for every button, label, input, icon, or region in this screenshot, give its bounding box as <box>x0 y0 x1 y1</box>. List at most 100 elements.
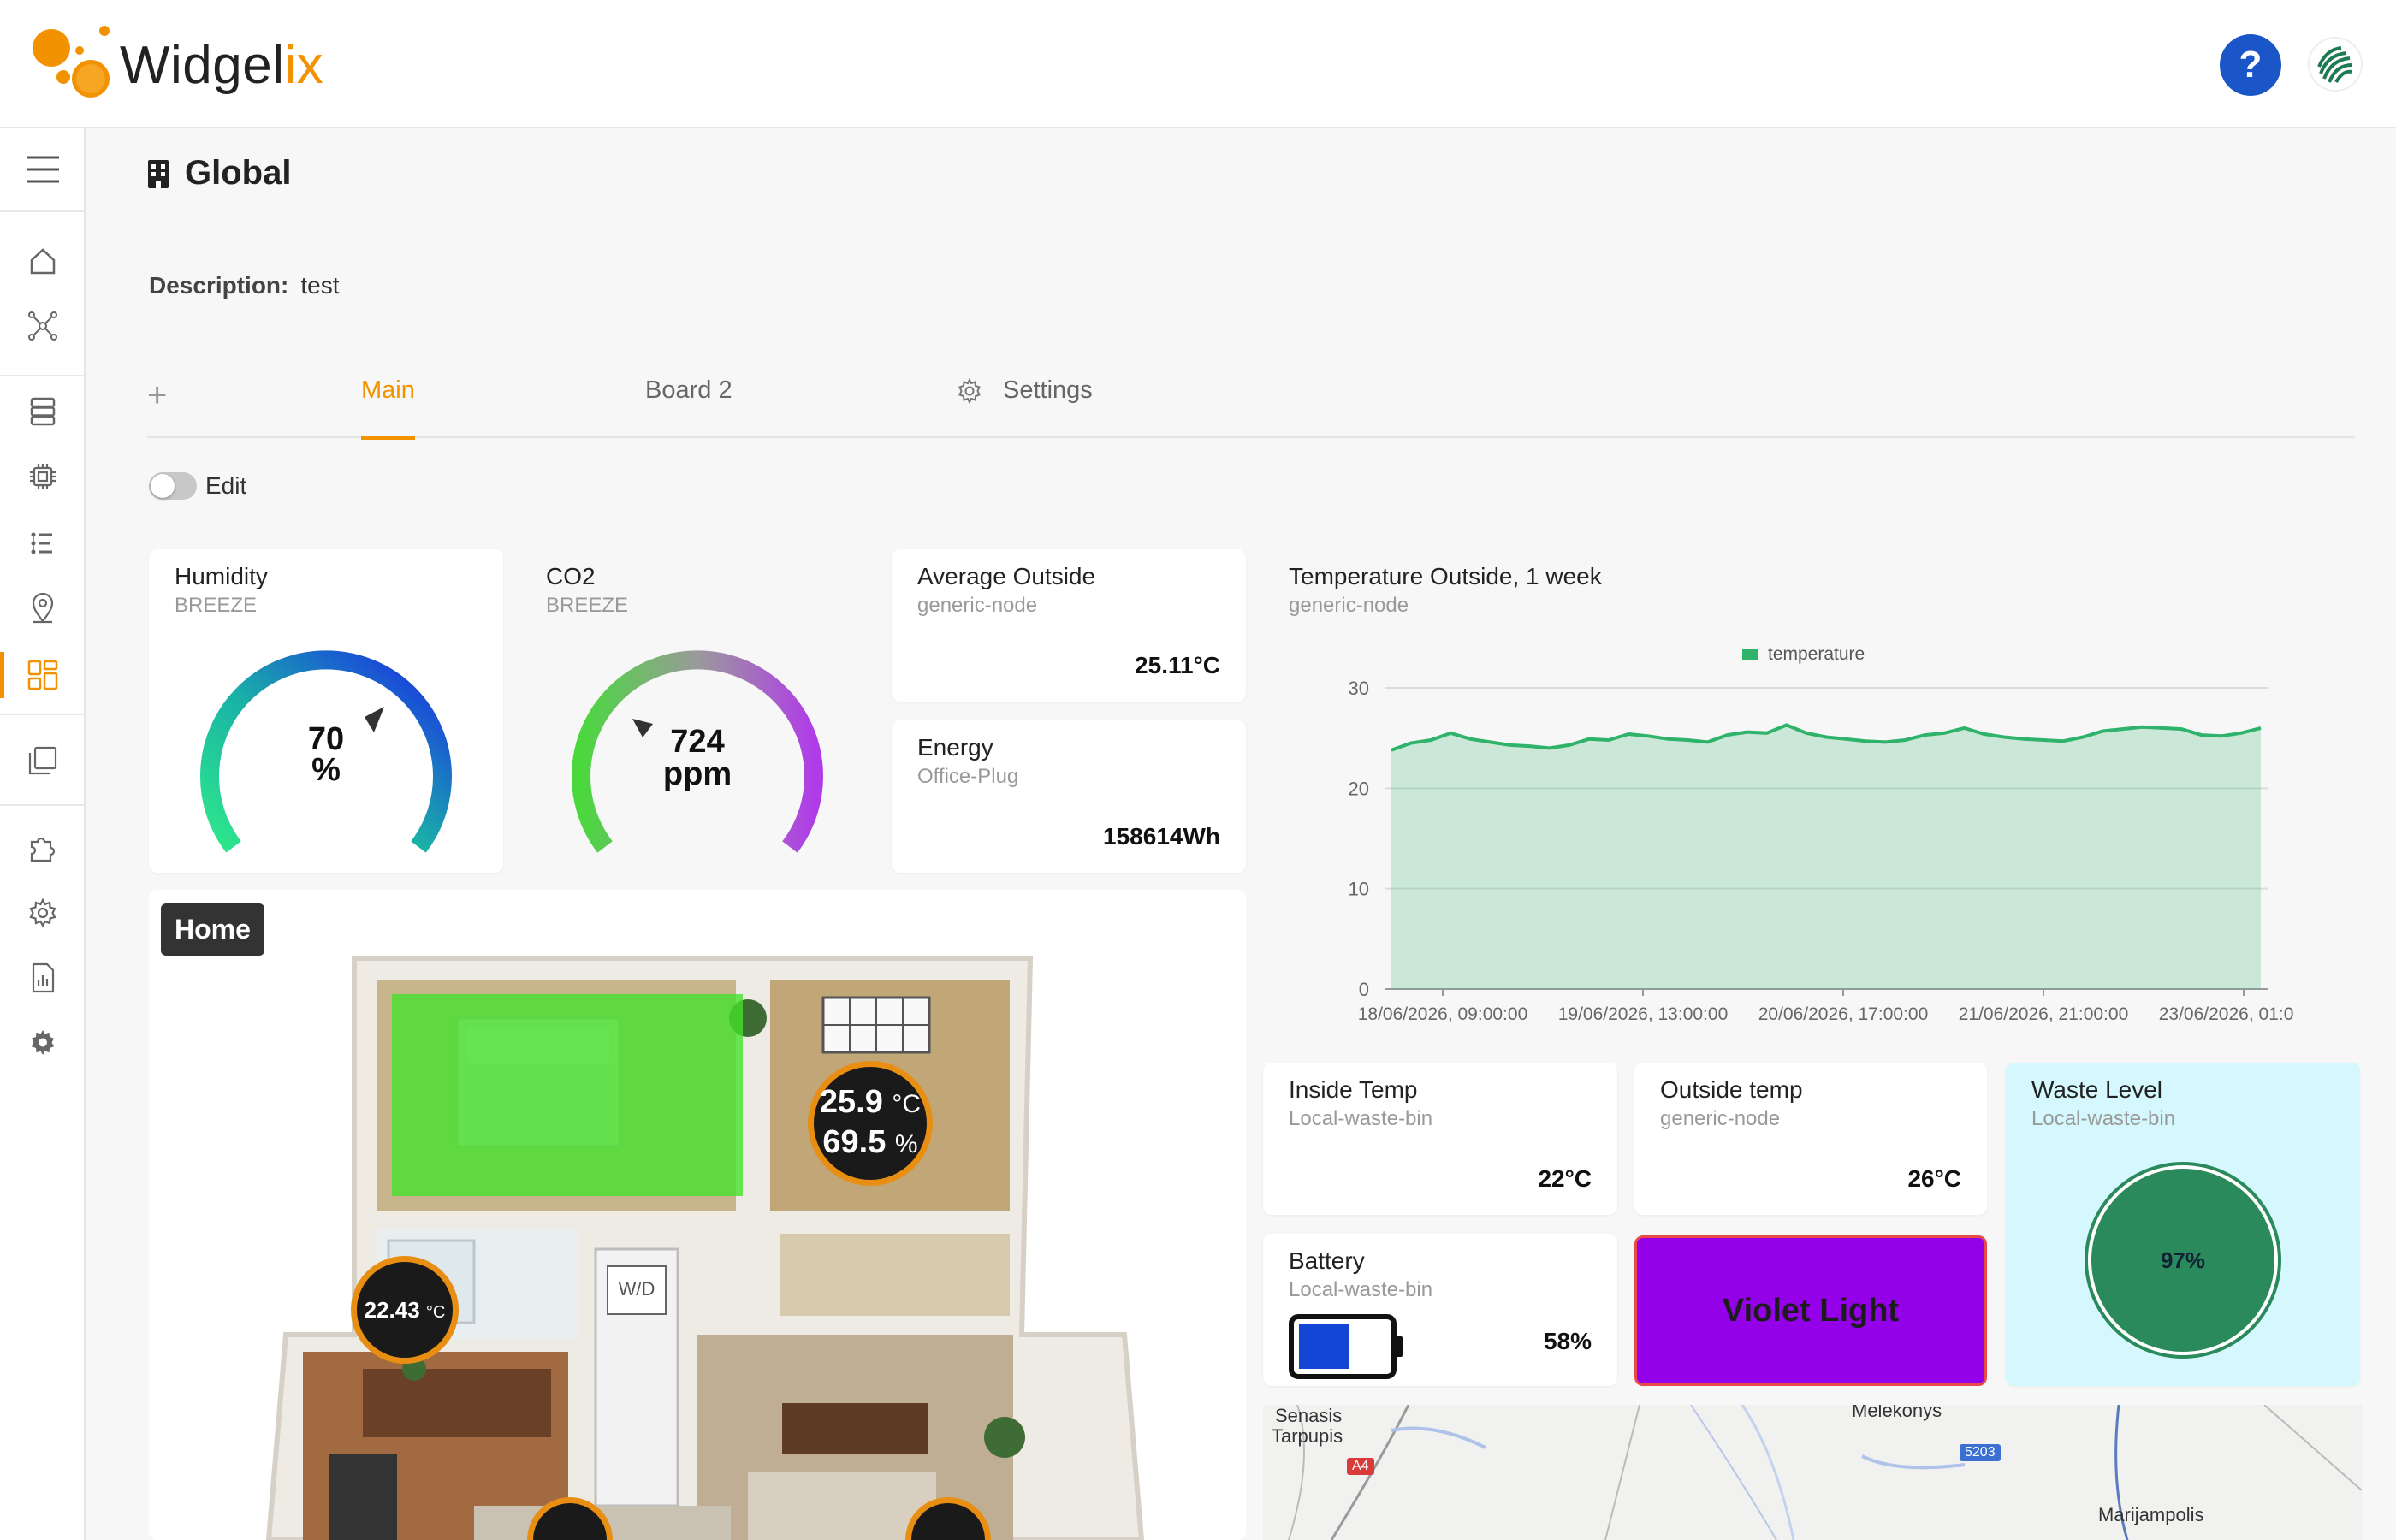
map-place-label: Melekonys <box>1852 1405 1942 1421</box>
co2-unit: ppm <box>662 756 732 792</box>
sensor-humidity: 69.5 % <box>822 1124 918 1160</box>
y-tick-label: 0 <box>1359 979 1369 1000</box>
y-tick-label: 30 <box>1349 678 1369 699</box>
energy-widget[interactable]: Energy Office-Plug 158614Wh <box>892 720 1246 873</box>
sensor-temp: 22.43 °C <box>364 1296 446 1323</box>
sidebar-item-home[interactable] <box>0 231 86 291</box>
violet-light-button[interactable]: Violet Light <box>1634 1235 1987 1386</box>
sidebar-item-settings[interactable] <box>0 1013 86 1073</box>
co2-readout: 724 ppm <box>520 726 875 791</box>
widget-title: Humidity <box>175 563 268 589</box>
widget-source: generic-node <box>917 594 1038 617</box>
add-tab-button[interactable]: + <box>147 376 167 415</box>
page-title: Global <box>147 154 291 192</box>
road-sign: 5203 <box>1960 1444 2001 1461</box>
widget-value: 58% <box>1543 1328 1592 1354</box>
sidebar-item-plugins[interactable] <box>0 818 86 878</box>
widget-value: 158614Wh <box>1103 823 1220 850</box>
sidebar-menu-toggle[interactable] <box>0 139 86 199</box>
widget-title: CO2 <box>546 563 596 589</box>
battery-widget[interactable]: Battery Local-waste-bin 58% <box>1263 1234 1617 1386</box>
average-outside-widget[interactable]: Average Outside generic-node 25.11°C <box>892 549 1246 702</box>
widget-source: BREEZE <box>546 594 629 617</box>
widget-source: Local-waste-bin <box>1289 1278 1433 1301</box>
waste-level-widget[interactable]: Waste Level Local-waste-bin 97% <box>2006 1063 2360 1386</box>
sidebar-item-locations[interactable] <box>0 578 86 638</box>
room-sensor-badge[interactable]: 25.9 °C 69.5 % <box>808 1061 933 1186</box>
floorplan-image: W/D <box>265 956 1145 1540</box>
home-floorplan-widget[interactable]: W/D Home 25.9 °C 69.5 % 22.43 °C <box>149 890 1246 1540</box>
co2-widget[interactable]: CO2 BREEZE 724 ppm <box>520 549 875 873</box>
widget-title: Average Outside <box>917 563 1096 589</box>
co2-value: 724 <box>670 724 725 760</box>
map-place-label: Tarpupis <box>1272 1425 1343 1447</box>
violet-light-label: Violet Light <box>1722 1292 1900 1329</box>
sidebar-divider <box>0 714 86 715</box>
tab-board-2[interactable]: Board 2 <box>645 376 732 438</box>
humidity-readout: 70 % <box>149 721 503 788</box>
user-avatar[interactable] <box>2307 36 2363 92</box>
brand-logo[interactable]: Widgelix <box>31 22 323 108</box>
sidebar-divider <box>0 375 86 376</box>
widget-source: Office-Plug <box>917 765 1019 788</box>
widget-source: Local-waste-bin <box>2031 1107 2176 1130</box>
sidebar <box>0 128 86 1540</box>
sensor-temp: 25.9 °C <box>819 1084 922 1120</box>
battery-icon <box>1289 1314 1403 1379</box>
closet-label: W/D <box>619 1278 655 1300</box>
sidebar-divider <box>0 210 86 212</box>
x-tick-label: 19/06/2026, 13:00:00 <box>1558 1004 1729 1024</box>
x-tick-label: 18/06/2026, 09:00:00 <box>1358 1004 1528 1024</box>
humidity-value: 70 <box>307 721 345 757</box>
widget-value: 22°C <box>1538 1165 1592 1192</box>
sidebar-divider <box>0 804 86 806</box>
widget-title: Battery <box>1289 1247 1365 1274</box>
room-highlight[interactable] <box>392 994 743 1196</box>
widget-source: BREEZE <box>175 594 258 617</box>
hamburger-menu-icon <box>27 156 59 183</box>
edit-toggle[interactable]: Edit <box>149 472 246 500</box>
sidebar-item-storage[interactable] <box>0 382 86 441</box>
y-tick-label: 10 <box>1349 879 1369 900</box>
outside-temp-widget[interactable]: Outside temp generic-node 26°C <box>1634 1063 1987 1215</box>
sidebar-item-config[interactable] <box>0 883 86 943</box>
edit-switch[interactable] <box>149 472 197 500</box>
map-place-label: Senasis <box>1275 1405 1343 1426</box>
widget-title: Waste Level <box>2031 1076 2163 1103</box>
room-sensor-badge[interactable]: 22.43 °C <box>351 1256 459 1364</box>
sidebar-item-network[interactable] <box>0 296 86 356</box>
tab-settings[interactable]: Settings <box>957 376 1093 438</box>
report-icon <box>32 962 55 993</box>
map-widget[interactable]: Senasis Tarpupis Melekonys Marijampolis … <box>1263 1405 2362 1540</box>
help-button[interactable]: ? <box>2220 34 2281 96</box>
location-pin-icon <box>32 592 54 624</box>
description-value: test <box>300 272 340 299</box>
chip-icon <box>30 464 56 489</box>
description: Description: test <box>149 272 340 299</box>
widget-value: 26°C <box>1907 1165 1961 1192</box>
chart-subtitle: generic-node <box>1289 594 1409 617</box>
humidity-widget[interactable]: Humidity BREEZE 70 % <box>149 549 503 873</box>
sidebar-item-list[interactable] <box>0 513 86 573</box>
humidity-unit: % <box>311 752 341 788</box>
waste-level-value: 97% <box>2160 1247 2206 1273</box>
widget-title: Inside Temp <box>1289 1076 1418 1103</box>
gear-icon <box>958 378 981 404</box>
tab-main[interactable]: Main <box>361 376 415 440</box>
widget-source: Local-waste-bin <box>1289 1107 1433 1130</box>
home-icon <box>30 248 56 275</box>
edit-label: Edit <box>205 472 247 499</box>
sidebar-item-pages[interactable] <box>0 731 86 791</box>
sidebar-item-devices[interactable] <box>0 447 86 506</box>
settings-cog-icon <box>32 1030 54 1055</box>
map-place-label: Marijampolis <box>2098 1504 2204 1525</box>
tab-label: Settings <box>1003 376 1093 404</box>
tab-label: Board 2 <box>645 376 732 404</box>
inside-temp-widget[interactable]: Inside Temp Local-waste-bin 22°C <box>1263 1063 1617 1215</box>
sidebar-item-reports[interactable] <box>0 948 86 1008</box>
temperature-chart[interactable]: temperature 0 10 20 30 18/06/2026, 09:00:00 19… <box>1266 633 2293 1035</box>
x-tick-label: 21/06/2026, 21:00:00 <box>1959 1004 2129 1024</box>
sidebar-item-dashboards[interactable] <box>0 645 86 705</box>
switch-knob <box>151 474 175 498</box>
x-tick-label: 20/06/2026, 17:00:00 <box>1758 1004 1929 1024</box>
